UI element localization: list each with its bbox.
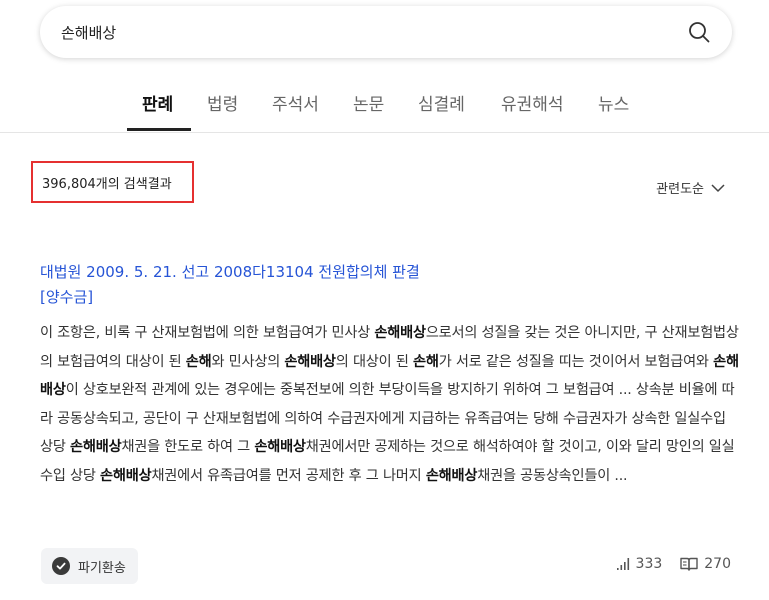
chevron-down-icon (711, 183, 725, 192)
tab-news[interactable]: 뉴스 (598, 90, 629, 115)
highlighted-keyword: 손해배상 (70, 439, 122, 455)
views-count: 333 (635, 556, 663, 572)
sort-dropdown[interactable]: 관련도순 (656, 178, 726, 197)
search-button[interactable] (684, 17, 714, 47)
snippet-text: 와 민사상의 (211, 353, 285, 370)
results-count: 396,804개의 검색결과 (31, 161, 194, 203)
search-input[interactable] (61, 23, 684, 41)
tab-papers[interactable]: 논문 (353, 90, 384, 115)
views-stat: 333 (616, 556, 663, 572)
citations-count: 270 (704, 556, 731, 572)
search-icon (689, 22, 710, 43)
result-snippet: 이 조항은, 비록 구 산재보험법에 의한 보험급여가 민사상 손해배상으로서의… (40, 319, 740, 490)
result-case-name: [양수금] (40, 288, 94, 306)
sort-label: 관련도순 (656, 182, 704, 197)
tab-commentaries[interactable]: 주석서 (272, 90, 319, 115)
snippet-text: 채권을 공동상속인들이 ... (477, 467, 628, 484)
snippet-text: 채권을 한도로 하여 그 (121, 439, 255, 455)
tab-interpretations[interactable]: 유권해석 (501, 90, 564, 115)
snippet-text: 채권에서 유족급여를 먼저 공제한 후 그 나머지 (151, 467, 426, 484)
highlighted-keyword: 손해 (185, 353, 212, 370)
highlighted-keyword: 손해배상 (254, 439, 306, 455)
search-bar (40, 6, 732, 58)
highlighted-keyword: 손해배상 (374, 325, 426, 341)
check-circle-icon (52, 557, 70, 575)
snippet-text: 이 조항은, 비록 구 산재보험법에 의한 보험급여가 민사상 (40, 325, 375, 341)
active-tab-indicator (127, 128, 191, 131)
status-badge-label: 파기환송 (78, 560, 126, 576)
results-count-text: 396,804개의 검색결과 (42, 176, 172, 192)
result-title-link[interactable]: 대법원 2009. 5. 21. 선고 2008다13104 전원합의체 판결 … (40, 260, 420, 310)
tab-precedents[interactable]: 판례 (142, 90, 173, 115)
citations-stat: 270 (680, 556, 731, 572)
tab-trial-decisions[interactable]: 심결례 (418, 90, 465, 115)
highlighted-keyword: 손해배상 (284, 353, 336, 370)
result-stats: 333 270 (616, 556, 731, 572)
highlighted-keyword: 손해 (413, 353, 439, 370)
highlighted-keyword: 손해배상 (100, 467, 152, 484)
highlighted-keyword: 손해배상 (425, 467, 478, 484)
result-title: 대법원 2009. 5. 21. 선고 2008다13104 전원합의체 판결 (40, 263, 420, 281)
status-badge[interactable]: 파기환송 (41, 548, 138, 584)
tab-statutes[interactable]: 법령 (207, 90, 238, 115)
signal-bars-icon (616, 558, 629, 570)
book-icon (680, 557, 698, 571)
category-tabs: 판례 법령 주석서 논문 심결례 유권해석 뉴스 (0, 82, 769, 133)
snippet-text: 가 서로 같은 성질을 띠는 것이어서 보험급여와 (438, 353, 714, 370)
snippet-text: 의 대상이 된 (335, 353, 413, 370)
